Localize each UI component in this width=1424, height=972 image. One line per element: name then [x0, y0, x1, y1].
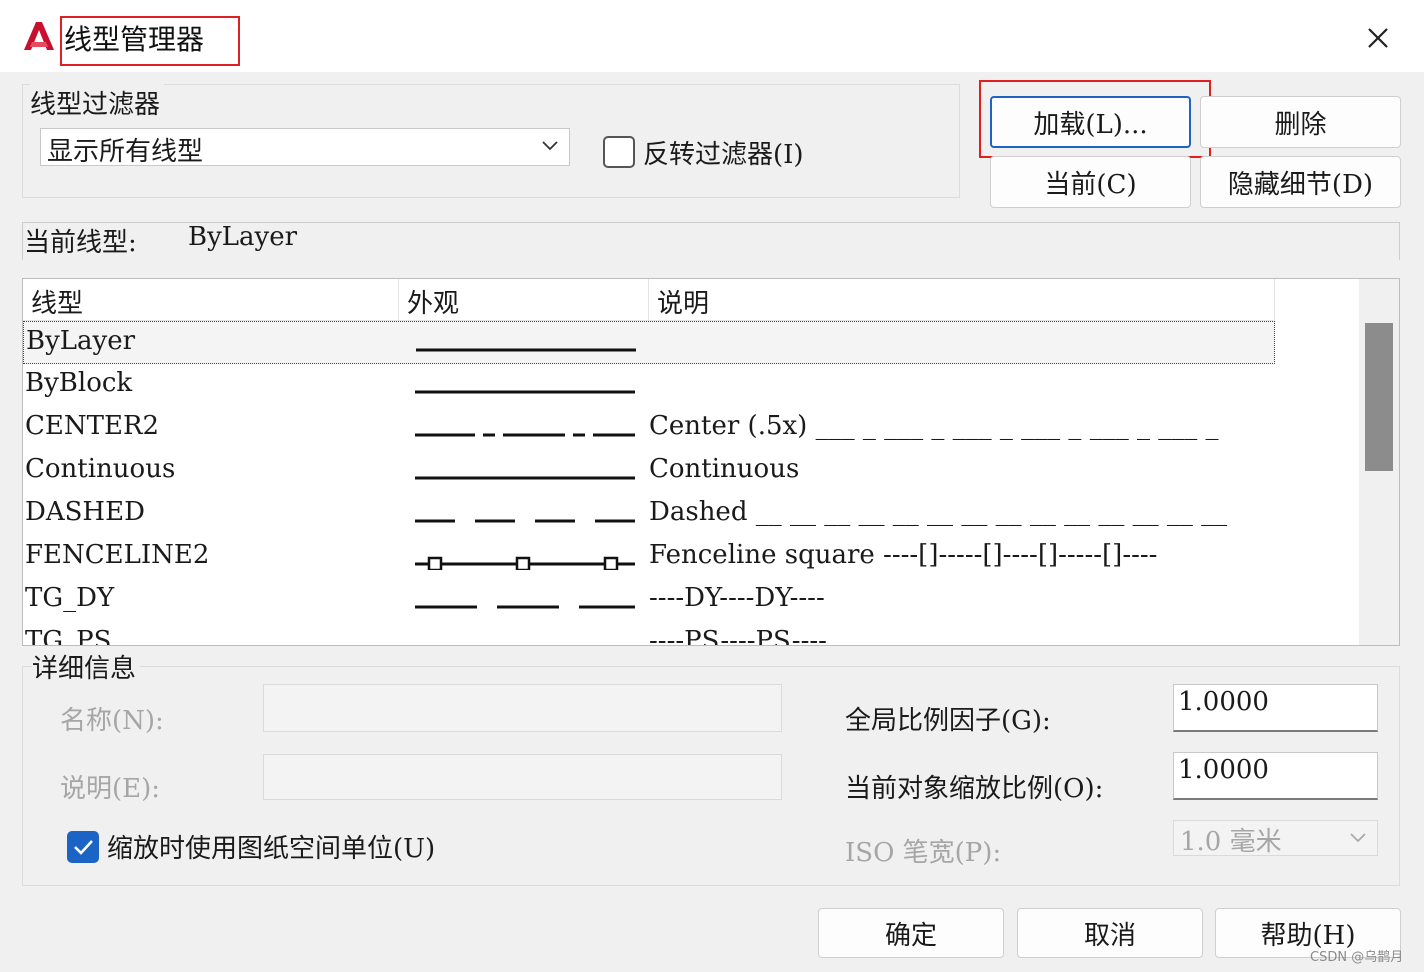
linetype-name: ByLayer [26, 326, 136, 356]
linetype-name: CENTER2 [25, 411, 160, 441]
linetype-desc: Fenceline square ----[]-----[]----[]----… [649, 540, 1158, 570]
name-field [263, 684, 782, 732]
desc-label: 说明(E): [60, 774, 161, 804]
window-title: 线型管理器 [64, 23, 205, 56]
linetype-name: TG_DY [25, 583, 115, 613]
solid-icon [415, 476, 635, 480]
linetype-desc: ----DY----DY---- [649, 583, 825, 613]
checkmark-icon [74, 840, 93, 855]
long-dash-icon [413, 630, 643, 646]
iso-pen-value: 1.0 毫米 [1180, 827, 1282, 857]
col-header-description[interactable]: 说明 [649, 279, 1275, 321]
global-scale-label: 全局比例因子(G): [845, 706, 1051, 736]
close-icon[interactable] [1358, 18, 1398, 58]
global-scale-input[interactable]: 1.0000 [1173, 684, 1378, 732]
object-scale-input[interactable]: 1.0000 [1173, 752, 1378, 800]
linetype-desc: Center (.5x) ___ _ ___ _ ___ _ ___ _ ___… [649, 411, 1219, 441]
invert-filter-checkbox[interactable] [603, 136, 635, 168]
load-button[interactable]: 加载(L)... [990, 96, 1191, 148]
table-row[interactable]: ByBlock [23, 364, 1275, 407]
iso-pen-dropdown: 1.0 毫米 [1173, 820, 1378, 857]
description-field [263, 754, 782, 800]
linetype-desc: ----PS----PS---- [649, 626, 827, 646]
filter-dropdown[interactable]: 显示所有线型 [40, 128, 570, 167]
current-linetype-label: 当前线型: [24, 228, 137, 258]
linetype-name: FENCELINE2 [25, 540, 210, 570]
watermark: CSDN @乌鹊月 [1310, 950, 1404, 965]
dashed-icon [415, 519, 635, 523]
cancel-button[interactable]: 取消 [1017, 908, 1203, 958]
paperspace-units-label[interactable]: 缩放时使用图纸空间单位(U) [107, 828, 435, 865]
invert-filter-label[interactable]: 反转过滤器(I) [643, 134, 804, 171]
filter-section-label: 线型过滤器 [30, 84, 165, 121]
col-header-appearance[interactable]: 外观 [399, 279, 649, 321]
linetype-name: Continuous [25, 454, 176, 484]
delete-button[interactable]: 删除 [1200, 96, 1401, 148]
fenceline-icon [415, 556, 635, 570]
ok-button[interactable]: 确定 [818, 908, 1004, 958]
details-section-label: 详细信息 [32, 648, 141, 685]
linetype-desc: Dashed __ __ __ __ __ __ __ __ __ __ __ … [649, 497, 1228, 527]
name-label: 名称(N): [60, 706, 164, 736]
chevron-down-icon [1350, 833, 1366, 843]
paperspace-units-checkbox[interactable] [67, 831, 99, 863]
table-row[interactable]: DASHED Dashed __ __ __ __ __ __ __ __ __… [23, 493, 1275, 536]
col-header-linetype[interactable]: 线型 [23, 279, 399, 321]
linetype-desc: Continuous [649, 454, 800, 484]
chevron-down-icon [542, 141, 558, 151]
hide-details-button[interactable]: 隐藏细节(D) [1200, 156, 1401, 208]
current-linetype-value: ByLayer [188, 222, 298, 252]
current-button[interactable]: 当前(C) [990, 156, 1191, 208]
linetype-name: ByBlock [25, 368, 133, 398]
solid-icon [415, 390, 635, 394]
table-row[interactable]: TG_DY ----DY----DY---- [23, 579, 1275, 622]
linetype-name: TG_PS [25, 626, 112, 646]
object-scale-label: 当前对象缩放比例(O): [845, 774, 1104, 804]
title-bar: 线型管理器 [0, 0, 1424, 72]
linetype-name: DASHED [25, 497, 145, 527]
solid-icon [416, 348, 636, 352]
linetype-table[interactable]: 线型 外观 说明 ByLayer ByBlock CENTER2 Center … [22, 278, 1400, 646]
filter-dropdown-value: 显示所有线型 [47, 137, 204, 167]
center-icon [415, 433, 635, 437]
long-dash-icon [415, 605, 635, 609]
autocad-logo-icon [24, 22, 54, 50]
table-row[interactable]: Continuous Continuous [23, 450, 1275, 493]
table-row[interactable]: CENTER2 Center (.5x) ___ _ ___ _ ___ _ _… [23, 407, 1275, 450]
table-row[interactable]: TG_PS ----PS----PS---- [23, 622, 1275, 646]
iso-pen-label: ISO 笔宽(P): [845, 838, 1002, 868]
table-row[interactable]: ByLayer [23, 321, 1275, 364]
scrollbar-thumb[interactable] [1365, 323, 1393, 471]
table-row[interactable]: FENCELINE2 Fenceline square ----[]-----[… [23, 536, 1275, 579]
